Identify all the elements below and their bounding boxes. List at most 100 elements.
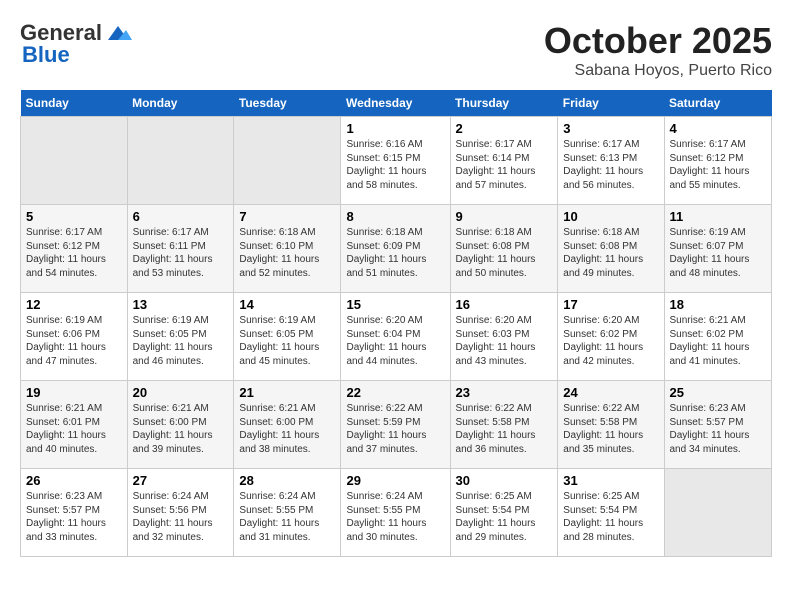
- day-info: Sunrise: 6:22 AM Sunset: 5:59 PM Dayligh…: [346, 402, 444, 456]
- calendar-cell: [127, 117, 234, 205]
- calendar-cell: 23Sunrise: 6:22 AM Sunset: 5:58 PM Dayli…: [450, 381, 558, 469]
- weekday-header-thursday: Thursday: [450, 90, 558, 117]
- day-number: 10: [563, 209, 658, 224]
- calendar-cell: 13 Sunrise: 6:19 AM Sunset: 6:05 PM Dayli…: [127, 293, 234, 381]
- title-block: October 2025 Sabana Hoyos, Puerto Rico: [544, 20, 772, 80]
- calendar-cell: 25 Sunrise: 6:23 AM Sunset: 5:57 PM Dayli…: [664, 381, 772, 469]
- calendar-cell: 30 Sunrise: 6:25 AM Sunset: 5:54 PM Dayli…: [450, 469, 558, 557]
- day-number: 27: [133, 473, 229, 488]
- day-number: 25: [670, 385, 767, 400]
- day-info: Sunrise: 6:20 AM Sunset: 6:03 PM Dayligh…: [456, 314, 553, 368]
- day-info: Sunrise: 6:20 AM Sunset: 6:04 PM Dayligh…: [346, 314, 444, 368]
- logo: General Blue: [20, 20, 132, 68]
- calendar-cell: 29 Sunrise: 6:24 AM Sunset: 5:55 PM Dayli…: [341, 469, 450, 557]
- weekday-header-tuesday: Tuesday: [234, 90, 341, 117]
- day-number: 14: [239, 297, 335, 312]
- calendar-cell: 21 Sunrise: 6:21 AM Sunset: 6:00 PM Dayli…: [234, 381, 341, 469]
- calendar-cell: 31 Sunrise: 6:25 AM Sunset: 5:54 PM Dayli…: [558, 469, 664, 557]
- day-number: 8: [346, 209, 444, 224]
- day-info: Sunrise: 6:19 AM Sunset: 6:06 PM Dayligh…: [26, 314, 122, 368]
- weekday-header-row: SundayMondayTuesdayWednesdayThursdayFrid…: [21, 90, 772, 117]
- day-info: Sunrise: 6:21 AM Sunset: 6:00 PM Dayligh…: [239, 402, 335, 456]
- day-number: 19: [26, 385, 122, 400]
- day-info: Sunrise: 6:24 AM Sunset: 5:56 PM Dayligh…: [133, 490, 229, 544]
- day-info: Sunrise: 6:17 AM Sunset: 6:13 PM Dayligh…: [563, 138, 658, 192]
- day-number: 13: [133, 297, 229, 312]
- logo-icon: [104, 22, 132, 44]
- day-number: 17: [563, 297, 658, 312]
- calendar-cell: 4 Sunrise: 6:17 AM Sunset: 6:12 PM Daylig…: [664, 117, 772, 205]
- day-number: 23: [456, 385, 553, 400]
- calendar-week-row: 5 Sunrise: 6:17 AM Sunset: 6:12 PM Daylig…: [21, 205, 772, 293]
- calendar-cell: 1Sunrise: 6:16 AM Sunset: 6:15 PM Daylig…: [341, 117, 450, 205]
- day-number: 5: [26, 209, 122, 224]
- calendar-cell: 19 Sunrise: 6:21 AM Sunset: 6:01 PM Dayli…: [21, 381, 128, 469]
- day-number: 9: [456, 209, 553, 224]
- calendar-week-row: 19 Sunrise: 6:21 AM Sunset: 6:01 PM Dayli…: [21, 381, 772, 469]
- day-info: Sunrise: 6:21 AM Sunset: 6:01 PM Dayligh…: [26, 402, 122, 456]
- weekday-header-friday: Friday: [558, 90, 664, 117]
- calendar-cell: 22Sunrise: 6:22 AM Sunset: 5:59 PM Dayli…: [341, 381, 450, 469]
- page-header: General Blue October 2025 Sabana Hoyos, …: [20, 20, 772, 80]
- day-number: 31: [563, 473, 658, 488]
- day-number: 20: [133, 385, 229, 400]
- day-number: 30: [456, 473, 553, 488]
- day-info: Sunrise: 6:24 AM Sunset: 5:55 PM Dayligh…: [239, 490, 335, 544]
- day-info: Sunrise: 6:17 AM Sunset: 6:12 PM Dayligh…: [26, 226, 122, 280]
- calendar-table: SundayMondayTuesdayWednesdayThursdayFrid…: [20, 90, 772, 557]
- calendar-cell: 9 Sunrise: 6:18 AM Sunset: 6:08 PM Daylig…: [450, 205, 558, 293]
- location-subtitle: Sabana Hoyos, Puerto Rico: [544, 62, 772, 80]
- day-info: Sunrise: 6:19 AM Sunset: 6:05 PM Dayligh…: [239, 314, 335, 368]
- day-info: Sunrise: 6:25 AM Sunset: 5:54 PM Dayligh…: [563, 490, 658, 544]
- calendar-cell: 11 Sunrise: 6:19 AM Sunset: 6:07 PM Dayli…: [664, 205, 772, 293]
- calendar-cell: 27 Sunrise: 6:24 AM Sunset: 5:56 PM Dayli…: [127, 469, 234, 557]
- day-number: 1: [346, 121, 444, 136]
- calendar-cell: 15Sunrise: 6:20 AM Sunset: 6:04 PM Dayli…: [341, 293, 450, 381]
- day-number: 16: [456, 297, 553, 312]
- calendar-cell: 2Sunrise: 6:17 AM Sunset: 6:14 PM Daylig…: [450, 117, 558, 205]
- day-number: 12: [26, 297, 122, 312]
- calendar-cell: [664, 469, 772, 557]
- weekday-header-monday: Monday: [127, 90, 234, 117]
- day-number: 28: [239, 473, 335, 488]
- day-info: Sunrise: 6:20 AM Sunset: 6:02 PM Dayligh…: [563, 314, 658, 368]
- calendar-cell: 3Sunrise: 6:17 AM Sunset: 6:13 PM Daylig…: [558, 117, 664, 205]
- day-info: Sunrise: 6:18 AM Sunset: 6:09 PM Dayligh…: [346, 226, 444, 280]
- calendar-cell: 20 Sunrise: 6:21 AM Sunset: 6:00 PM Dayli…: [127, 381, 234, 469]
- calendar-cell: 5 Sunrise: 6:17 AM Sunset: 6:12 PM Daylig…: [21, 205, 128, 293]
- calendar-cell: 18Sunrise: 6:21 AM Sunset: 6:02 PM Dayli…: [664, 293, 772, 381]
- calendar-cell: 17 Sunrise: 6:20 AM Sunset: 6:02 PM Dayli…: [558, 293, 664, 381]
- calendar-cell: 6Sunrise: 6:17 AM Sunset: 6:11 PM Daylig…: [127, 205, 234, 293]
- day-info: Sunrise: 6:21 AM Sunset: 6:02 PM Dayligh…: [670, 314, 767, 368]
- day-number: 4: [670, 121, 767, 136]
- day-number: 6: [133, 209, 229, 224]
- calendar-cell: [21, 117, 128, 205]
- day-info: Sunrise: 6:18 AM Sunset: 6:10 PM Dayligh…: [239, 226, 335, 280]
- weekday-header-saturday: Saturday: [664, 90, 772, 117]
- calendar-cell: 8 Sunrise: 6:18 AM Sunset: 6:09 PM Daylig…: [341, 205, 450, 293]
- day-info: Sunrise: 6:17 AM Sunset: 6:12 PM Dayligh…: [670, 138, 767, 192]
- calendar-cell: 7Sunrise: 6:18 AM Sunset: 6:10 PM Daylig…: [234, 205, 341, 293]
- calendar-cell: 16 Sunrise: 6:20 AM Sunset: 6:03 PM Dayli…: [450, 293, 558, 381]
- day-info: Sunrise: 6:23 AM Sunset: 5:57 PM Dayligh…: [670, 402, 767, 456]
- calendar-cell: 28 Sunrise: 6:24 AM Sunset: 5:55 PM Dayli…: [234, 469, 341, 557]
- calendar-cell: 26 Sunrise: 6:23 AM Sunset: 5:57 PM Dayli…: [21, 469, 128, 557]
- calendar-week-row: 12 Sunrise: 6:19 AM Sunset: 6:06 PM Dayli…: [21, 293, 772, 381]
- day-info: Sunrise: 6:19 AM Sunset: 6:07 PM Dayligh…: [670, 226, 767, 280]
- day-number: 26: [26, 473, 122, 488]
- calendar-cell: 10Sunrise: 6:18 AM Sunset: 6:08 PM Dayli…: [558, 205, 664, 293]
- day-info: Sunrise: 6:21 AM Sunset: 6:00 PM Dayligh…: [133, 402, 229, 456]
- day-number: 11: [670, 209, 767, 224]
- weekday-header-wednesday: Wednesday: [341, 90, 450, 117]
- day-info: Sunrise: 6:17 AM Sunset: 6:14 PM Dayligh…: [456, 138, 553, 192]
- day-info: Sunrise: 6:19 AM Sunset: 6:05 PM Dayligh…: [133, 314, 229, 368]
- day-info: Sunrise: 6:18 AM Sunset: 6:08 PM Dayligh…: [456, 226, 553, 280]
- calendar-week-row: 26 Sunrise: 6:23 AM Sunset: 5:57 PM Dayli…: [21, 469, 772, 557]
- calendar-cell: [234, 117, 341, 205]
- day-number: 29: [346, 473, 444, 488]
- day-info: Sunrise: 6:23 AM Sunset: 5:57 PM Dayligh…: [26, 490, 122, 544]
- day-number: 21: [239, 385, 335, 400]
- day-info: Sunrise: 6:25 AM Sunset: 5:54 PM Dayligh…: [456, 490, 553, 544]
- day-number: 24: [563, 385, 658, 400]
- day-info: Sunrise: 6:24 AM Sunset: 5:55 PM Dayligh…: [346, 490, 444, 544]
